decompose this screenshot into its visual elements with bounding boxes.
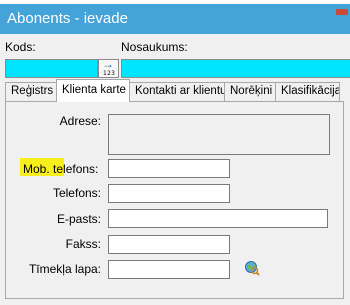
telefons-field[interactable] (108, 184, 230, 203)
fakss-field[interactable] (108, 235, 230, 254)
title-bar[interactable]: Abonents - ievade (0, 4, 350, 34)
telefons-label: Telefons: (52, 186, 101, 200)
timekla-lapa-field[interactable] (108, 260, 230, 279)
adrese-label: Adrese: (59, 114, 101, 128)
mob-label-rest: telefons: (49, 162, 99, 176)
globe-search-icon[interactable] (244, 260, 260, 276)
close-button[interactable] (336, 9, 348, 15)
fakss-label: Fakss: (65, 237, 101, 251)
window-title: Abonents - ievade (7, 10, 128, 27)
nosaukums-input[interactable] (121, 59, 350, 78)
timekla-lapa-label: Tīmekļa lapa: (28, 262, 101, 276)
mob-label-highlighted: Mob. (23, 162, 50, 176)
nosaukums-label: Nosaukums: (121, 40, 188, 54)
tab-registrs[interactable]: Reģistrs (5, 82, 57, 101)
kods-input[interactable] (5, 59, 98, 78)
tab-klienta-karte[interactable]: Klienta karte (56, 79, 130, 102)
counter-digits: 123 (103, 70, 116, 77)
adrese-field[interactable] (108, 114, 330, 155)
next-number-button[interactable]: → 123 (98, 57, 119, 78)
tab-kontakti-ar-klientu[interactable]: Kontakti ar klientu (129, 82, 225, 101)
epasts-label: E-pasts: (56, 212, 101, 226)
mob-telefons-field[interactable] (108, 159, 230, 178)
epasts-field[interactable] (108, 209, 328, 228)
arrow-right-icon: → (102, 57, 114, 71)
kods-label: Kods: (5, 40, 36, 54)
tab-klasifikacija[interactable]: Klasifikācija (275, 82, 340, 101)
tab-norekini[interactable]: Norēķini (224, 82, 276, 101)
mob-telefons-label: Mob. telefons: (23, 162, 98, 176)
